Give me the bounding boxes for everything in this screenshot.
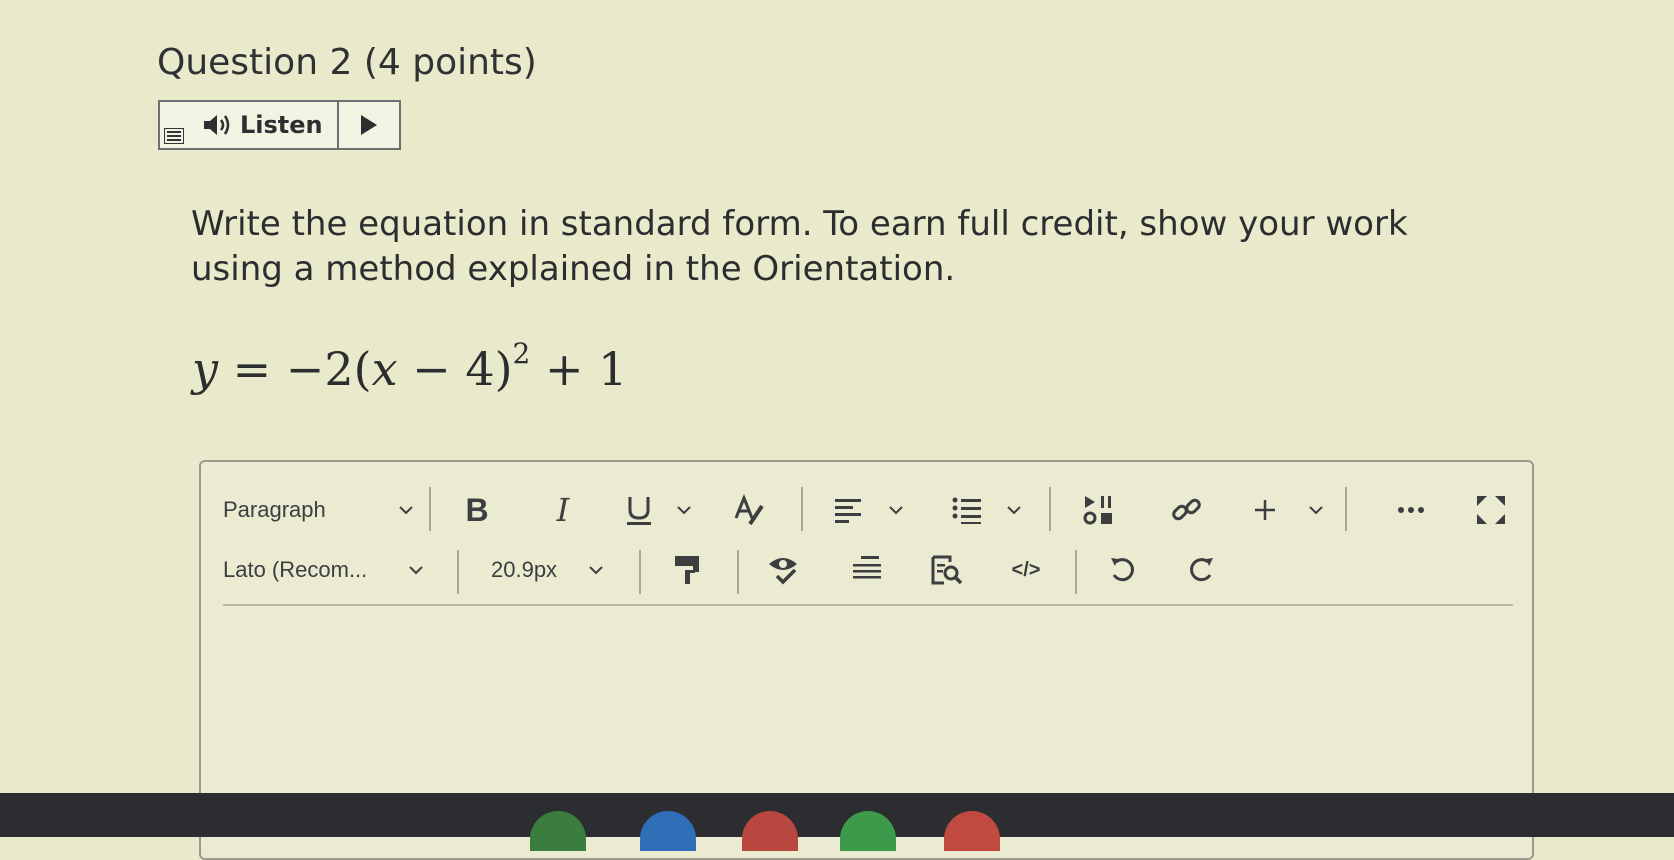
equation-coefficient: −2( [285,342,372,396]
question-prompt: Write the equation in standard form. To … [191,202,1481,292]
plus-icon [1255,500,1275,520]
media-icon [1083,496,1112,525]
toolbar-divider [223,604,1513,606]
fullscreen-icon [1477,496,1505,524]
toolbar-separator [457,550,459,594]
toolbar-separator [1075,550,1077,594]
app-icon[interactable] [742,811,798,851]
question-title: Question 2 (4 points) [157,42,537,83]
chevron-down-icon [677,505,691,514]
font-family-select[interactable]: Lato (Recom... [223,550,423,590]
bold-icon: B [465,491,489,528]
text-color-button[interactable] [729,490,769,530]
insert-link-button[interactable] [1167,490,1207,530]
equation-minus: − [412,342,451,396]
prompt-line-1: Write the equation in standard form. To … [191,204,1408,244]
format-painter-button[interactable] [667,550,707,590]
app-icon[interactable] [840,811,896,851]
equation-exponent: 2 [512,336,531,370]
more-icon [1398,507,1424,513]
font-size-label: 20.9px [491,557,558,582]
block-format-select[interactable]: Paragraph [223,490,413,530]
block-format-label: Paragraph [223,497,326,522]
redo-icon [1190,558,1213,582]
taskbar [0,793,1674,851]
play-button[interactable] [339,102,399,148]
redo-button[interactable] [1181,550,1221,590]
equation-lhs: y [192,342,218,396]
app-icon[interactable] [944,811,1000,851]
italic-button[interactable]: I [543,490,583,530]
insert-media-button[interactable] [1079,490,1119,530]
chevron-down-icon [399,505,413,514]
accessibility-check-icon [769,558,797,585]
chevron-down-icon [889,505,903,514]
menu-icon[interactable] [164,128,184,144]
chevron-down-icon [1007,505,1021,514]
toolbar-separator [429,487,431,531]
list-button[interactable] [951,490,1021,530]
toolbar-separator [1345,487,1347,531]
toolbar-separator [801,487,803,531]
toolbar-separator [737,550,739,594]
undo-button[interactable] [1103,550,1143,590]
find-replace-icon [931,555,963,585]
source-code-button[interactable]: </> [1001,550,1051,590]
toolbar-separator [1049,487,1051,531]
toolbar-row-1: Paragraph B I [201,472,1532,532]
find-replace-button[interactable] [927,550,967,590]
font-size-select[interactable]: 20.9px [491,550,603,590]
prompt-line-2: using a method explained in the Orientat… [191,249,956,289]
insert-menu-button[interactable] [1253,490,1323,530]
toolbar-separator [639,550,641,594]
chevron-down-icon [1309,505,1323,514]
app-icon[interactable] [640,811,696,851]
question-number: Question 2 [157,42,353,83]
listen-label: Listen [240,111,323,139]
link-icon [1172,498,1201,521]
accessibility-checker-button[interactable] [763,550,803,590]
more-options-button[interactable] [1391,490,1431,530]
format-painter-icon [675,556,699,584]
font-family-label: Lato (Recom... [223,557,368,582]
question-points: (4 points) [363,42,537,83]
quiz-page: Question 2 (4 points) Listen Write the e… [0,0,1674,860]
underline-icon [627,497,651,525]
undo-icon [1111,558,1134,582]
text-color-icon [734,494,764,526]
equation-constant: 4) [465,342,513,396]
fullscreen-button[interactable] [1471,490,1511,530]
code-icon: </> [1011,558,1041,581]
italic-icon: I [556,491,570,529]
equation-variable: x [371,342,398,396]
speaker-icon [204,115,230,135]
bold-button[interactable]: B [457,490,497,530]
word-count-icon [853,556,881,579]
word-count-button[interactable] [847,550,887,590]
underline-button[interactable] [625,490,691,530]
bullet-list-icon [952,497,981,524]
chevron-down-icon [409,565,423,574]
play-icon [360,115,377,135]
align-button[interactable] [833,490,903,530]
equation-equals: = [232,342,272,396]
equation-tail: + 1 [544,342,628,396]
listen-button[interactable]: Listen [160,102,339,148]
equation: y = −2(x − 4)2 + 1 [192,337,628,396]
toolbar-row-2: Lato (Recom... 20.9px </> [201,538,1532,598]
drive-icon[interactable] [530,811,586,851]
align-left-icon [835,499,861,523]
read-aloud-bar: Listen [158,100,401,150]
chevron-down-icon [589,565,603,574]
